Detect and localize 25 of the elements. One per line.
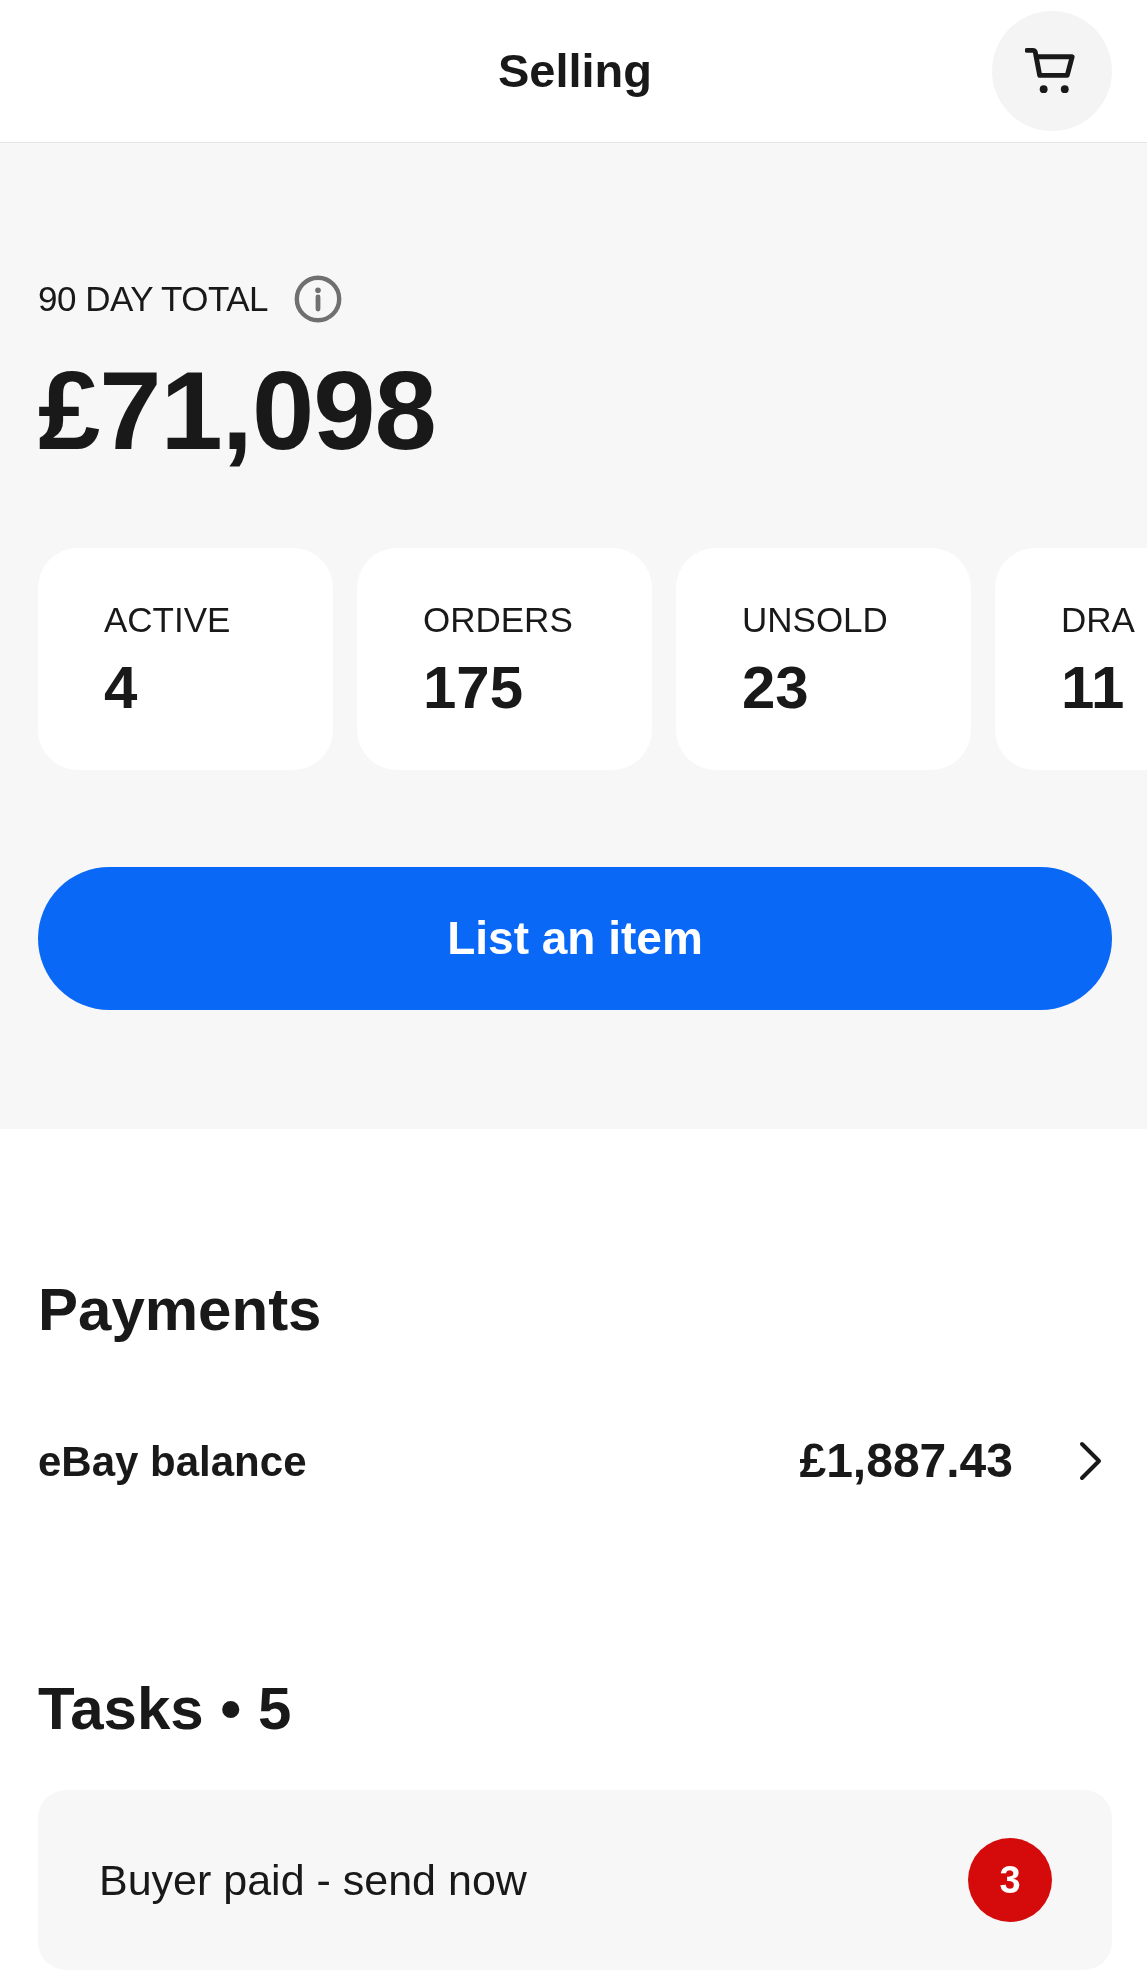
stat-label: ACTIVE [104, 599, 232, 641]
task-card[interactable]: Buyer paid - send now 3 [38, 1790, 1112, 1970]
stat-card[interactable]: ACTIVE 4 [38, 548, 333, 770]
info-icon[interactable] [294, 275, 343, 323]
stat-label: UNSOLD [742, 599, 889, 641]
balance-amount: £1,887.43 [799, 1433, 1013, 1489]
chevron-right-icon[interactable] [1079, 1441, 1102, 1481]
section-heading: Payments [38, 1275, 323, 1345]
page-title: Selling [497, 42, 653, 99]
stat-value: 175 [423, 655, 525, 721]
stat-value: 4 [104, 655, 139, 721]
stat-value: 23 [742, 655, 810, 721]
stat-value: 11 [1061, 655, 1126, 721]
stat-card[interactable]: DRA 11 [995, 548, 1147, 770]
total-label: 90 DAY TOTAL [38, 278, 269, 320]
list-item-button[interactable]: List an item [38, 867, 1112, 1010]
stat-card[interactable]: ORDERS 175 [357, 548, 652, 770]
balance-label: eBay balance [38, 1436, 307, 1487]
stat-label: ORDERS [423, 599, 574, 641]
task-label: Buyer paid - send now [99, 1854, 527, 1906]
total-amount: £71,098 [38, 355, 437, 467]
section-heading: Tasks • 5 [38, 1674, 293, 1744]
stat-card[interactable]: UNSOLD 23 [676, 548, 971, 770]
stat-label: DRA [1061, 599, 1136, 641]
count-badge: 3 [968, 1838, 1052, 1922]
